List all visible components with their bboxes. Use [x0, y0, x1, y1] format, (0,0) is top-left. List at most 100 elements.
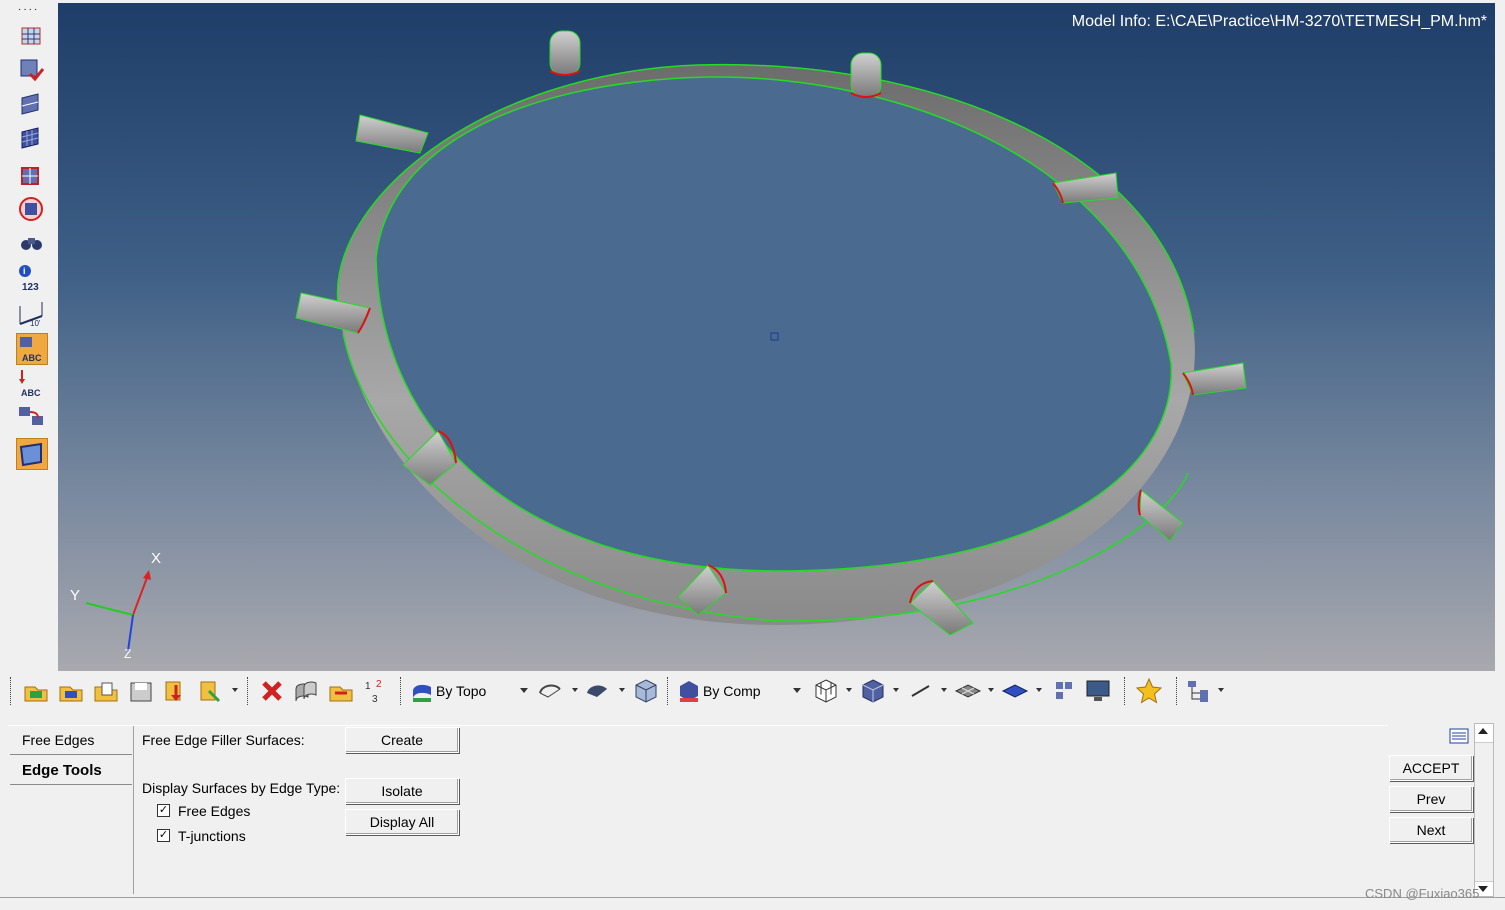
- tjunctions-checkbox-label: T-junctions: [178, 828, 246, 844]
- chevron-down-icon[interactable]: [619, 688, 625, 692]
- chevron-down-icon[interactable]: [893, 688, 899, 692]
- panel-tab-divider: [133, 726, 134, 894]
- axis-triad: X Y Z: [70, 550, 161, 661]
- toolbar-separator: [247, 677, 250, 705]
- toolbar-grip[interactable]: ····: [18, 4, 39, 15]
- delete-icon[interactable]: [258, 677, 286, 705]
- panel-scrollbar[interactable]: [1474, 723, 1494, 897]
- import-icon[interactable]: [92, 677, 120, 705]
- comp-color-icon: [680, 681, 698, 702]
- main-toolbar: 12 3 By Topo By Comp: [0, 671, 1505, 711]
- surface-outline-icon[interactable]: [537, 677, 565, 705]
- chevron-down-icon[interactable]: [1036, 688, 1042, 692]
- export-dropdown-arrow[interactable]: [232, 688, 238, 692]
- color-by-comp-select[interactable]: By Comp: [675, 677, 805, 703]
- save-icon[interactable]: [127, 677, 155, 705]
- abc-arrow-icon[interactable]: ABC: [16, 368, 46, 398]
- display-by-edge-type-label: Display Surfaces by Edge Type:: [142, 780, 341, 796]
- svg-text:3: 3: [372, 694, 378, 705]
- line-display-icon[interactable]: [907, 677, 935, 705]
- model-browser-icon[interactable]: [1184, 677, 1212, 705]
- toolbar-grip[interactable]: [1176, 677, 1179, 705]
- plane-icon[interactable]: [16, 438, 48, 470]
- topo-color-icon: [413, 684, 431, 702]
- svg-text:Z: Z: [124, 647, 131, 661]
- model-info-label: Model Info: E:\CAE\Practice\HM-3270\TETM…: [1071, 13, 1487, 30]
- chevron-down-icon[interactable]: [793, 688, 801, 693]
- left-toolbar: ···· i 123 10' ABC ABC: [0, 0, 58, 671]
- wireframe-cube-icon[interactable]: [812, 677, 840, 705]
- measure-icon[interactable]: 10': [16, 298, 46, 328]
- scroll-thumb[interactable]: [1475, 742, 1493, 882]
- svg-text:10': 10': [30, 319, 41, 328]
- solid-cube-icon[interactable]: [632, 677, 660, 705]
- scroll-up-arrow[interactable]: [1478, 728, 1488, 734]
- element-types-icon[interactable]: [1050, 677, 1078, 705]
- open-folder-icon[interactable]: [57, 677, 85, 705]
- tjunctions-checkbox[interactable]: ✓: [157, 829, 170, 842]
- surface-split-icon[interactable]: [16, 88, 46, 118]
- svg-text:Y: Y: [70, 587, 80, 604]
- svg-text:123: 123: [22, 282, 39, 292]
- export-icon[interactable]: [162, 677, 190, 705]
- ring-body: [336, 63, 1195, 625]
- organize-icon[interactable]: [327, 677, 355, 705]
- monitor-icon[interactable]: [1084, 677, 1112, 705]
- surface-delete-icon[interactable]: [16, 54, 46, 84]
- svg-text:X: X: [151, 550, 161, 567]
- open-model-icon[interactable]: [22, 677, 50, 705]
- duplicate-icon[interactable]: [292, 677, 320, 705]
- create-button[interactable]: Create: [345, 727, 459, 753]
- toolbar-separator: [667, 677, 670, 705]
- panel-menu-icon[interactable]: [1448, 727, 1470, 745]
- binoculars-icon[interactable]: [16, 228, 46, 258]
- shell-display-icon[interactable]: [954, 677, 982, 705]
- graphics-viewport[interactable]: X Y Z Model Info: E:\CAE\Practice\HM-327…: [58, 3, 1495, 671]
- model-scene: X Y Z: [70, 30, 1247, 661]
- export-options-icon[interactable]: [197, 677, 225, 705]
- next-button[interactable]: Next: [1389, 817, 1473, 843]
- surface-mesh-icon[interactable]: [16, 122, 46, 152]
- scroll-down-arrow[interactable]: [1478, 886, 1488, 892]
- chevron-down-icon[interactable]: [846, 688, 852, 692]
- color-by-topo-select[interactable]: By Topo: [408, 677, 532, 703]
- chevron-down-icon[interactable]: [572, 688, 578, 692]
- chevron-down-icon[interactable]: [941, 688, 947, 692]
- edges-panel: Free Edges Edge Tools Free Edge Filler S…: [0, 711, 1505, 910]
- display-all-button[interactable]: Display All: [345, 809, 459, 835]
- renumber-tool-icon[interactable]: 12 3: [362, 677, 390, 705]
- svg-text:ABC: ABC: [21, 388, 41, 398]
- panel-top-divider: [8, 725, 1388, 726]
- surface-center-icon[interactable]: [16, 194, 46, 224]
- filler-surfaces-label: Free Edge Filler Surfaces:: [142, 732, 305, 748]
- abc-label-icon[interactable]: ABC: [16, 333, 48, 365]
- shaded-mesh-icon[interactable]: [859, 677, 887, 705]
- surface-edit-icon[interactable]: [16, 20, 46, 50]
- status-divider: [0, 897, 1505, 898]
- viewport-border: [1495, 0, 1505, 671]
- svg-text:i: i: [23, 266, 26, 276]
- svg-text:2: 2: [376, 679, 382, 690]
- comp-combo-label: By Comp: [703, 683, 761, 699]
- info-123-icon[interactable]: i 123: [16, 262, 46, 292]
- favorites-star-icon[interactable]: [1135, 677, 1163, 705]
- chevron-down-icon[interactable]: [1218, 688, 1224, 692]
- free-edges-checkbox[interactable]: ✓: [157, 804, 170, 817]
- surface-select-icon[interactable]: [16, 160, 46, 190]
- solid-display-icon[interactable]: [1001, 677, 1029, 705]
- tab-free-edges[interactable]: Free Edges: [10, 726, 132, 755]
- toolbar-grip[interactable]: [10, 677, 13, 705]
- isolate-button[interactable]: Isolate: [345, 778, 459, 804]
- svg-text:ABC: ABC: [22, 353, 42, 363]
- chevron-down-icon[interactable]: [520, 688, 528, 693]
- tab-edge-tools[interactable]: Edge Tools: [10, 756, 132, 785]
- surface-shaded-icon[interactable]: [584, 677, 612, 705]
- svg-text:1: 1: [365, 681, 371, 692]
- accept-button[interactable]: ACCEPT: [1389, 755, 1473, 781]
- prev-button[interactable]: Prev: [1389, 786, 1473, 812]
- renumber-icon[interactable]: [16, 402, 46, 432]
- toolbar-grip[interactable]: [400, 677, 403, 705]
- chevron-down-icon[interactable]: [988, 688, 994, 692]
- free-edges-checkbox-label: Free Edges: [178, 803, 251, 819]
- toolbar-grip[interactable]: [1124, 677, 1127, 705]
